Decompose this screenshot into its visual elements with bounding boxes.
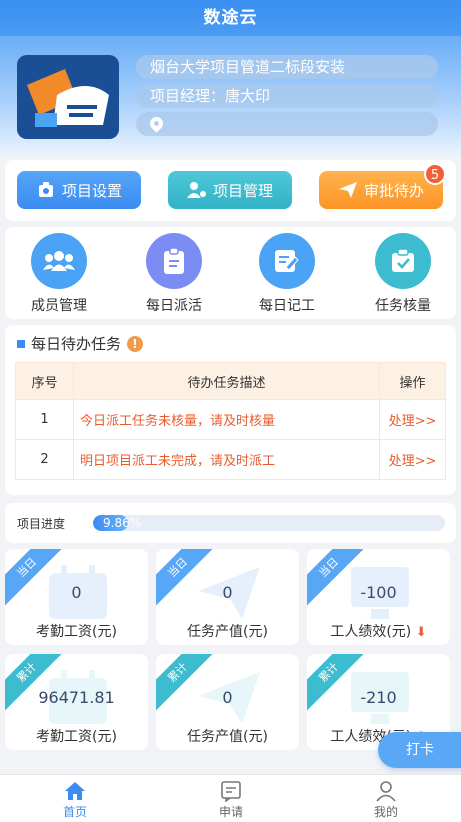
stat-card-today-wage[interactable]: 当日 0 考勤工资(元) [5, 549, 148, 645]
menu-item-task-check[interactable]: 任务核量 [353, 233, 453, 315]
section-marker [17, 339, 25, 348]
row-description: 明日项目派工未完成，请及时派工 [73, 439, 380, 480]
column-header: 待办任务描述 [73, 362, 380, 400]
profile-icon [346, 779, 426, 803]
stat-label: 工人绩效(元) ⬇ [330, 624, 427, 640]
table-row: 1 今日派工任务未核量，请及时核量 处理>> [15, 399, 446, 440]
tab-profile[interactable]: 我的 [346, 779, 426, 820]
column-header: 序号 [15, 362, 74, 400]
stat-value: -210 [360, 688, 397, 707]
project-management-button[interactable]: 项目管理 [168, 171, 292, 209]
app-logo [17, 55, 119, 139]
app-title: 数途云 [0, 0, 461, 36]
alert-icon: ! [127, 335, 144, 352]
table-header: 序号 待办任务描述 操作 [15, 362, 446, 400]
stat-label: 任务产值(元) [187, 624, 268, 640]
pending-count-badge: 5 [424, 163, 446, 185]
stat-card-total-wage[interactable]: 累计 96471.81 考勤工资(元) [5, 654, 148, 750]
apply-icon [191, 779, 271, 803]
progress-value: 9.86% [103, 516, 142, 530]
project-header: 烟台大学项目管道二标段安装 项目经理：唐大印 [0, 36, 461, 156]
clipboard-icon [146, 233, 202, 289]
table-row: 2 明日项目派工未完成，请及时派工 处理>> [15, 439, 446, 480]
edit-note-icon [259, 233, 315, 289]
todo-panel: 每日待办任务 ! 序号 待办任务描述 操作 1 今日派工任务未核量，请及时核量 … [5, 325, 456, 495]
stat-value: 0 [222, 583, 233, 602]
gear-icon [36, 180, 56, 200]
clock-in-button[interactable]: 打卡 [378, 732, 461, 768]
menu-item-daily-dispatch[interactable]: 每日派活 [124, 233, 224, 315]
person-icon [186, 180, 207, 200]
bottom-tab-bar: 首页 申请 我的 [0, 774, 461, 822]
project-name: 烟台大学项目管道二标段安装 [136, 55, 438, 79]
menu-item-daily-record[interactable]: 每日记工 [237, 233, 337, 315]
tab-apply[interactable]: 申请 [191, 779, 271, 820]
stat-label: 任务产值(元) [187, 729, 268, 745]
stat-value: 96471.81 [38, 688, 115, 707]
tab-home[interactable]: 首页 [35, 779, 115, 820]
todo-table: 序号 待办任务描述 操作 1 今日派工任务未核量，请及时核量 处理>> 2 明日… [15, 362, 446, 480]
row-number: 1 [15, 399, 74, 440]
progress-panel: 项目进度 9.86% [5, 503, 456, 543]
location-icon [147, 114, 166, 133]
stat-card-total-output[interactable]: 累计 0 任务产值(元) [156, 654, 299, 750]
menu-item-members[interactable]: 成员管理 [9, 233, 109, 315]
stat-card-today-output[interactable]: 当日 0 任务产值(元) [156, 549, 299, 645]
row-description: 今日派工任务未核量，请及时核量 [73, 399, 380, 440]
project-location [136, 112, 438, 136]
handle-link[interactable]: 处理>> [379, 399, 446, 440]
home-icon [35, 779, 115, 803]
send-icon [338, 180, 358, 200]
stat-card-today-performance[interactable]: 当日 -100 工人绩效(元) ⬇ [307, 549, 450, 645]
handle-link[interactable]: 处理>> [379, 439, 446, 480]
task-check-icon [375, 233, 431, 289]
arrow-down-icon: ⬇ [415, 625, 427, 640]
progress-label: 项目进度 [17, 517, 66, 531]
project-settings-button[interactable]: 项目设置 [17, 171, 141, 209]
project-manager: 项目经理：唐大印 [136, 84, 438, 108]
column-header: 操作 [379, 362, 446, 400]
stat-label: 考勤工资(元) [36, 624, 117, 640]
progress-track [93, 515, 445, 531]
pending-approval-button[interactable]: 审批待办 5 [319, 163, 446, 209]
row-number: 2 [15, 439, 74, 480]
members-icon [31, 233, 87, 289]
stat-label: 考勤工资(元) [36, 729, 117, 745]
stat-value: 0 [222, 688, 233, 707]
quick-menu: 成员管理 每日派活 每日记工 任务核量 [5, 227, 456, 319]
stat-value: -100 [360, 583, 397, 602]
stat-value: 0 [71, 583, 82, 602]
todo-title: 每日待办任务 ! [17, 333, 144, 354]
action-bar: 项目设置 项目管理 审批待办 5 [5, 160, 456, 221]
